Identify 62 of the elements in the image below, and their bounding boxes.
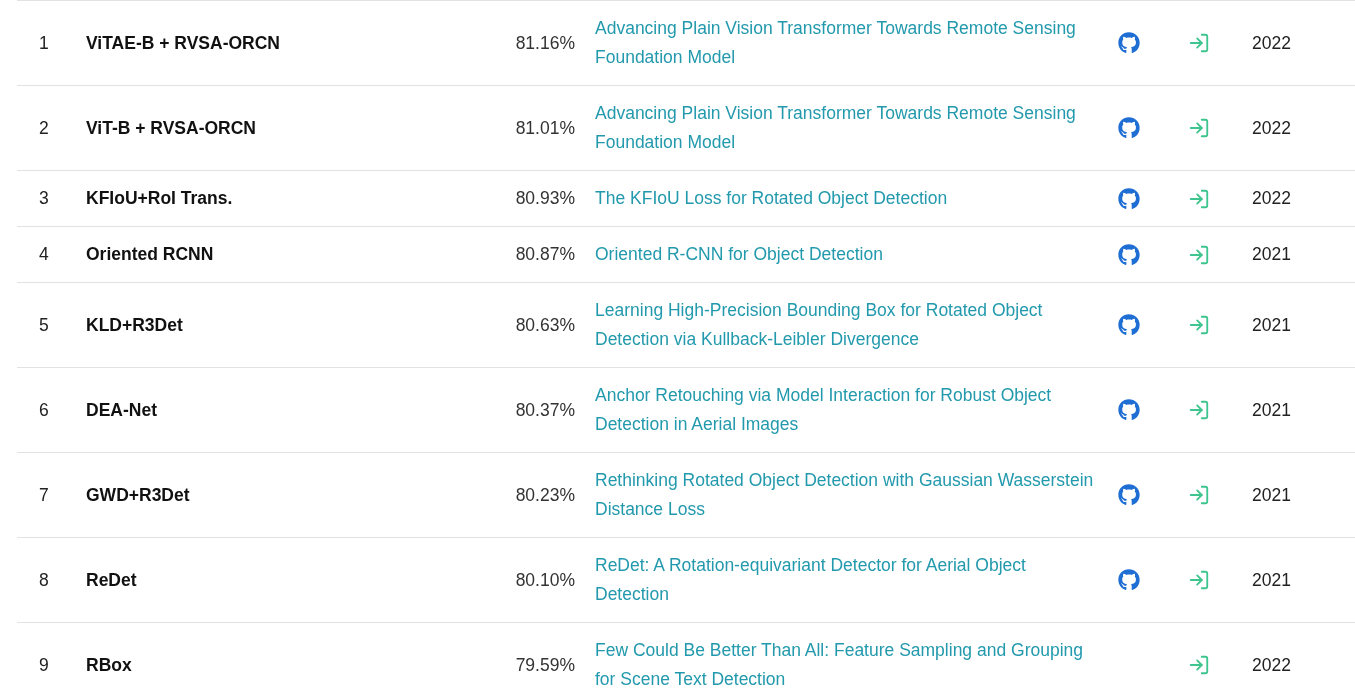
paper-link[interactable]: Anchor Retouching via Model Interaction for Robust Object Detection in Aerial Images (595, 381, 1099, 439)
year-value: 2022 (1251, 187, 1292, 210)
score-value: 81.16% (515, 31, 575, 55)
score-value: 81.01% (515, 116, 575, 140)
score-value: 80.37% (515, 398, 575, 422)
model-name: ViT-B + RVSA-ORCN (86, 116, 257, 140)
score-value: 80.87% (515, 243, 575, 266)
enter-icon[interactable] (1188, 484, 1210, 506)
score-value: 80.10% (515, 568, 575, 592)
enter-icon[interactable] (1188, 32, 1210, 54)
year-value: 2022 (1251, 116, 1292, 140)
model-name: ViTAE-B + RVSA-ORCN (86, 31, 281, 55)
enter-icon[interactable] (1188, 187, 1210, 210)
paper-link[interactable]: Advancing Plain Vision Transformer Towards Remote Sensing Foundation Model (595, 14, 1099, 72)
github-icon[interactable] (1118, 399, 1140, 421)
github-icon[interactable] (1118, 484, 1140, 506)
rank-number: 3 (38, 187, 50, 210)
model-name: KFIoU+RoI Trans. (86, 187, 234, 210)
enter-icon[interactable] (1188, 117, 1210, 139)
paper-link[interactable]: The KFIoU Loss for Rotated Object Detection (595, 184, 1099, 213)
enter-icon[interactable] (1188, 399, 1210, 421)
score-value: 80.93% (515, 187, 575, 210)
paper-link[interactable]: Learning High-Precision Bounding Box for Rotated Object Detection via Kullback-Leibler Divergence (595, 296, 1099, 354)
rank-number: 5 (38, 313, 50, 337)
year-value: 2022 (1251, 653, 1292, 677)
enter-icon[interactable] (1188, 243, 1210, 266)
rank-number: 6 (38, 398, 50, 422)
model-name: RBox (86, 653, 133, 677)
enter-icon[interactable] (1188, 314, 1210, 336)
paper-link[interactable]: Rethinking Rotated Object Detection with Gaussian Wasserstein Distance Loss (595, 466, 1099, 524)
model-name: DEA-Net (86, 398, 158, 422)
rank-number: 7 (38, 483, 50, 507)
rank-number: 9 (38, 653, 50, 677)
score-value: 79.59% (515, 653, 575, 677)
model-name: ReDet (86, 568, 138, 592)
model-name: GWD+R3Det (86, 483, 191, 507)
rank-number: 2 (38, 116, 50, 140)
rank-number: 4 (38, 243, 50, 266)
enter-icon[interactable] (1188, 569, 1210, 591)
github-icon[interactable] (1118, 243, 1140, 266)
score-value: 80.23% (515, 483, 575, 507)
model-name: KLD+R3Det (86, 313, 184, 337)
score-value: 80.63% (515, 313, 575, 337)
github-icon[interactable] (1118, 569, 1140, 591)
github-icon[interactable] (1118, 314, 1140, 336)
year-value: 2021 (1251, 568, 1292, 592)
paper-link[interactable]: Oriented R-CNN for Object Detection (595, 240, 1099, 269)
year-value: 2021 (1251, 243, 1292, 266)
github-icon[interactable] (1118, 187, 1140, 210)
year-value: 2021 (1251, 313, 1292, 337)
year-value: 2021 (1251, 483, 1292, 507)
rank-number: 8 (38, 568, 50, 592)
rank-number: 1 (38, 31, 50, 55)
year-value: 2022 (1251, 31, 1292, 55)
github-icon[interactable] (1118, 32, 1140, 54)
paper-link[interactable]: ReDet: A Rotation-equivariant Detector for Aerial Object Detection (595, 551, 1099, 609)
github-icon[interactable] (1118, 117, 1140, 139)
paper-link[interactable]: Few Could Be Better Than All: Feature Sampling and Grouping for Scene Text Detection (595, 636, 1099, 691)
paper-link[interactable]: Advancing Plain Vision Transformer Towards Remote Sensing Foundation Model (595, 99, 1099, 157)
year-value: 2021 (1251, 398, 1292, 422)
model-name: Oriented RCNN (86, 243, 215, 266)
enter-icon[interactable] (1188, 654, 1210, 676)
